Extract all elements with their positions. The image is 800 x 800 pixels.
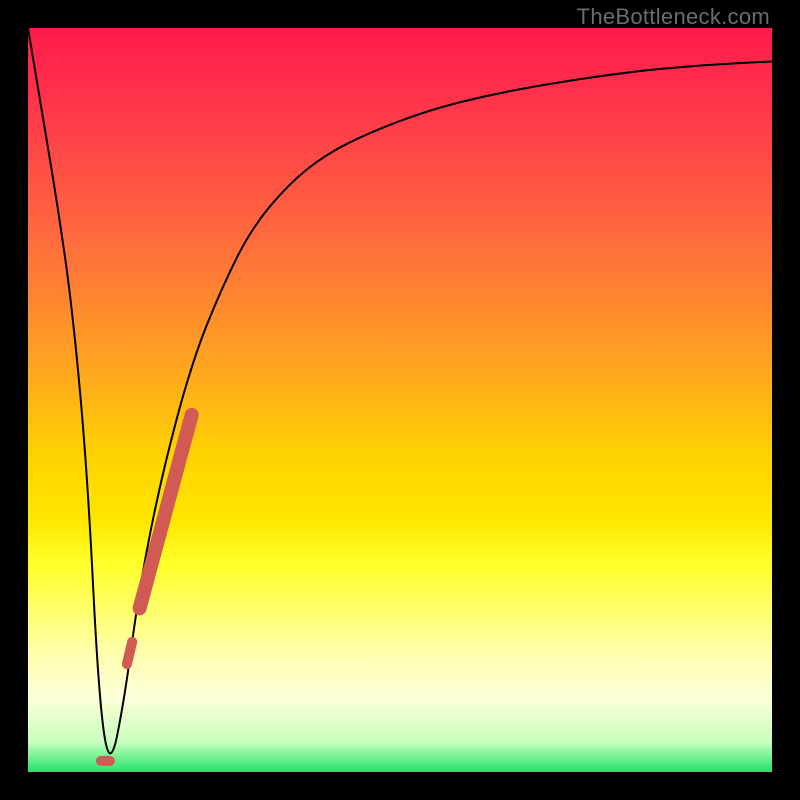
chart-frame: TheBottleneck.com [0, 0, 800, 800]
chart-plot-area [28, 28, 772, 772]
series-highlight-segment [140, 415, 192, 608]
chart-svg [28, 28, 772, 772]
series-highlight-dash-1 [127, 642, 132, 664]
series-bottleneck-curve [28, 28, 772, 753]
watermark-text: TheBottleneck.com [577, 4, 770, 30]
